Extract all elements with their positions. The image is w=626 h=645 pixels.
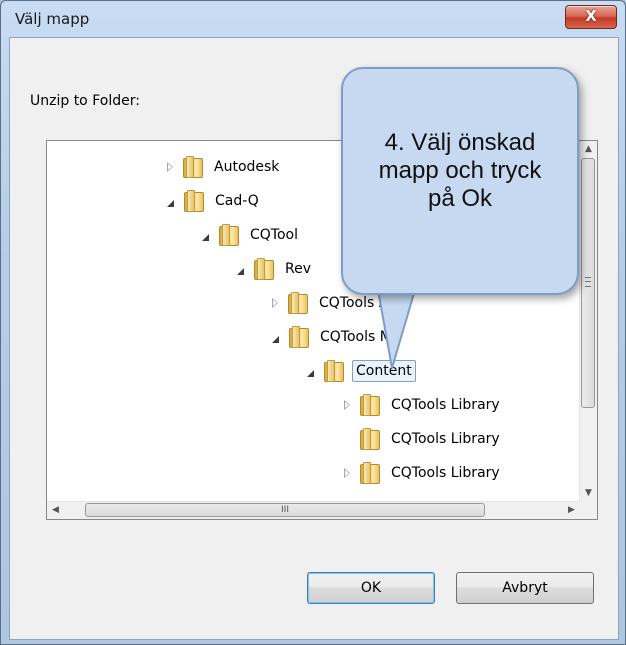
horizontal-scrollbar[interactable]: ◀ III ▶ bbox=[47, 501, 580, 519]
tree-item[interactable]: CQTools Library bbox=[344, 459, 503, 487]
scroll-down-icon[interactable]: ▼ bbox=[580, 485, 597, 502]
vertical-scroll-thumb[interactable] bbox=[581, 158, 595, 408]
vertical-scrollbar[interactable]: ▲ ▼ bbox=[579, 141, 597, 502]
expand-icon[interactable] bbox=[167, 162, 173, 172]
scrollbar-corner bbox=[580, 502, 597, 519]
grip-icon bbox=[585, 277, 591, 287]
folder-icon bbox=[360, 394, 380, 416]
tree-item-label: Autodesk bbox=[214, 159, 280, 175]
tree-item-label: Rev bbox=[285, 261, 311, 277]
expand-icon[interactable] bbox=[344, 468, 350, 478]
tree-item-label: CQTools Library bbox=[391, 431, 500, 447]
folder-icon bbox=[183, 156, 203, 178]
tree-item[interactable]: CQTools Library bbox=[344, 425, 503, 453]
horizontal-scroll-thumb[interactable]: III bbox=[85, 503, 485, 517]
tree-item-label: CQTools Library bbox=[391, 397, 500, 413]
close-icon: X bbox=[585, 7, 597, 25]
tree-item[interactable]: Cad-Q bbox=[167, 187, 262, 215]
tree-item[interactable]: CQTool bbox=[202, 221, 301, 249]
ok-button[interactable]: OK bbox=[307, 572, 435, 604]
title-bar: Välj mapp X bbox=[1, 1, 625, 37]
collapse-icon[interactable] bbox=[202, 233, 209, 241]
scroll-left-icon[interactable]: ◀ bbox=[47, 502, 64, 519]
folder-icon bbox=[360, 428, 380, 450]
folder-icon bbox=[288, 292, 308, 314]
folder-icon bbox=[289, 326, 309, 348]
folder-icon bbox=[219, 224, 239, 246]
collapse-icon[interactable] bbox=[307, 369, 314, 377]
prompt-label: Unzip to Folder: bbox=[30, 93, 140, 109]
collapse-icon[interactable] bbox=[237, 267, 244, 275]
instruction-callout: 4. Välj önskad mapp och tryck på Ok bbox=[341, 67, 579, 295]
scroll-up-icon[interactable]: ▲ bbox=[580, 141, 597, 158]
expand-icon[interactable] bbox=[272, 298, 278, 308]
close-button[interactable]: X bbox=[565, 5, 617, 29]
tree-item-label: CQTool bbox=[250, 227, 298, 243]
window-title: Välj mapp bbox=[15, 10, 90, 28]
folder-icon bbox=[184, 190, 204, 212]
cancel-button[interactable]: Avbryt bbox=[456, 572, 594, 604]
expand-icon[interactable] bbox=[344, 400, 350, 410]
folder-icon bbox=[254, 258, 274, 280]
callout-text: 4. Välj önskad mapp och tryck på Ok bbox=[378, 129, 542, 212]
collapse-icon[interactable] bbox=[272, 335, 279, 343]
tree-item[interactable]: Autodesk bbox=[167, 153, 282, 181]
callout-tail bbox=[376, 290, 417, 369]
folder-icon bbox=[360, 462, 380, 484]
collapse-icon[interactable] bbox=[167, 199, 174, 207]
tree-item-label: CQTools Library bbox=[391, 465, 500, 481]
scroll-right-icon[interactable]: ▶ bbox=[563, 502, 580, 519]
folder-icon bbox=[324, 360, 344, 382]
tree-item[interactable]: Rev bbox=[237, 255, 314, 283]
tree-item-label: Cad-Q bbox=[215, 193, 259, 209]
tree-item[interactable]: CQTools Library bbox=[344, 391, 503, 419]
